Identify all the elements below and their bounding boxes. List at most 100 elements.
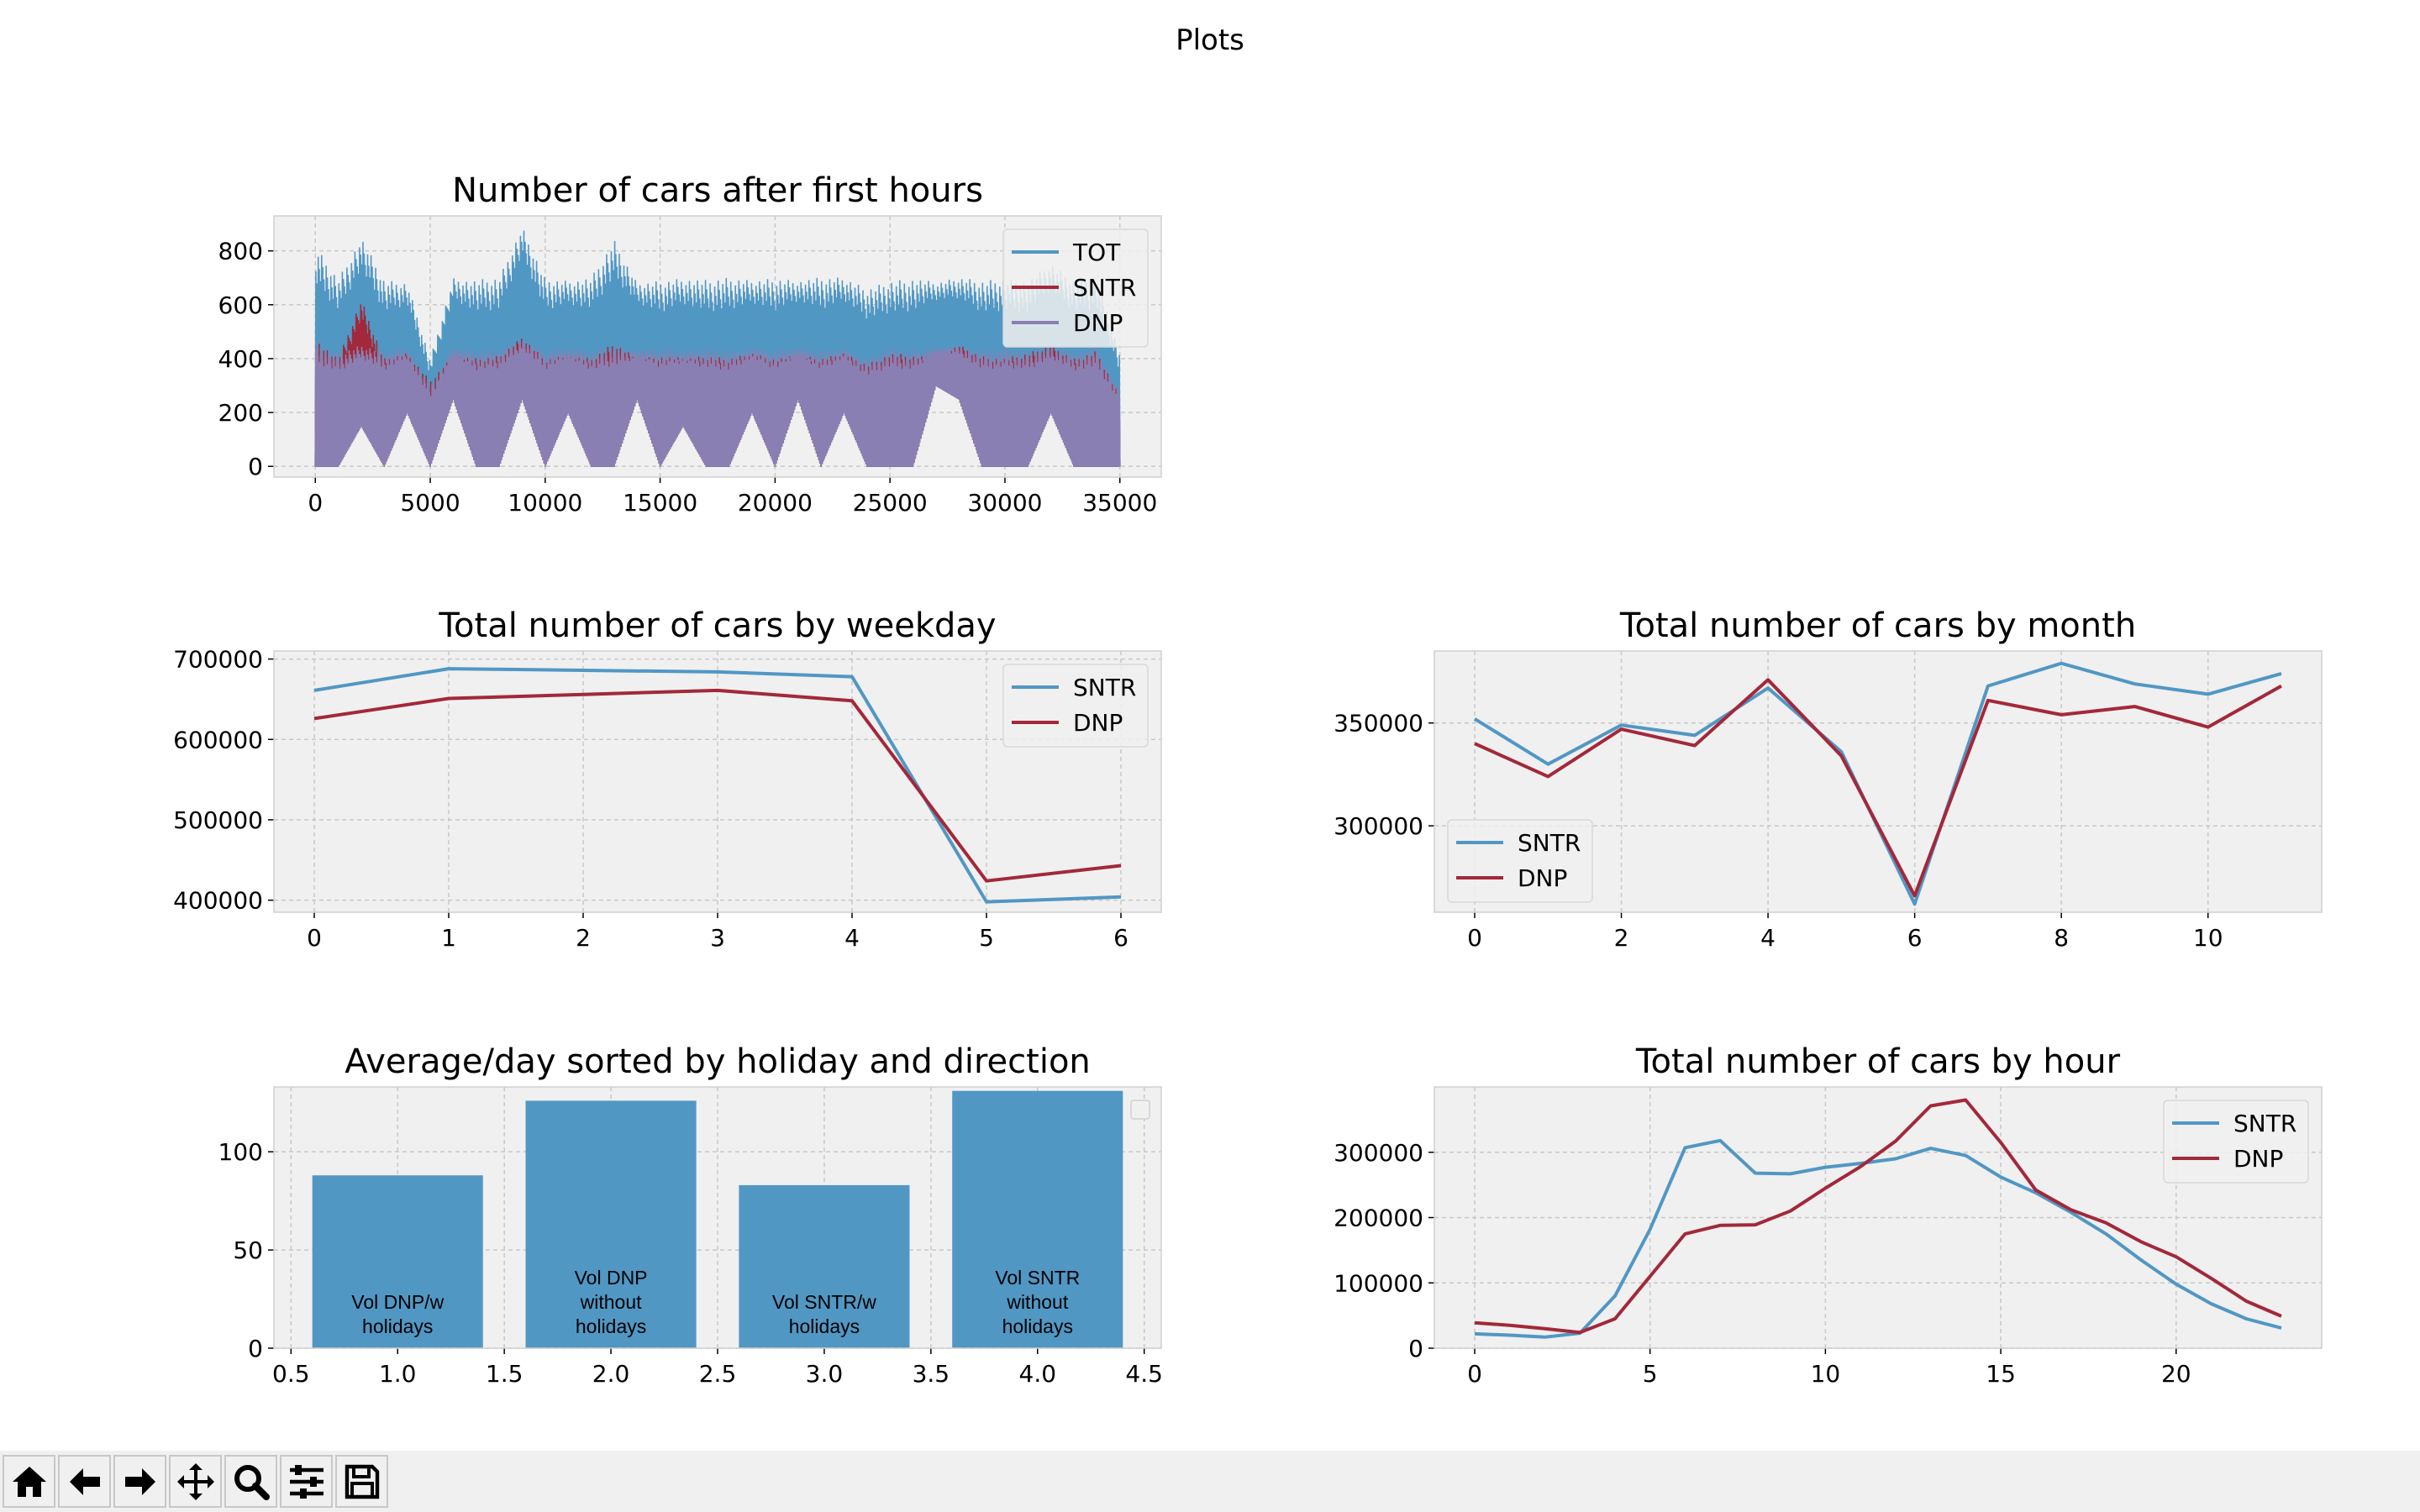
subplot-after_first_hours: 0 5000 10000 15000 20000 25000 30000 35000 0 200 4…	[218, 171, 1162, 517]
legend-label-sntr: SNTR	[1073, 674, 1136, 701]
x-tick-label: 10	[1811, 1360, 1841, 1388]
x-tick-label: 2.5	[699, 1360, 737, 1388]
y-tick-label: 50	[233, 1236, 263, 1264]
y-tick-label: 0	[248, 453, 263, 480]
x-tick-label: 2	[576, 924, 591, 952]
zoom-magnifier-icon	[234, 1464, 270, 1500]
y-tick-label: 100000	[1334, 1269, 1423, 1297]
figure-canvas: Plots 0 5000 10000 15000 20000 25000 30000 3500…	[173, 24, 2323, 1388]
bar-label: holidays	[1002, 1315, 1073, 1337]
pan-move-icon	[176, 1462, 214, 1500]
subplot-by_hour: 0 5 10 15 20 0 100000 200000 300000 Total number …	[1334, 1042, 2323, 1388]
x-tick-label: 15000	[623, 489, 697, 517]
y-tick-label: 700000	[173, 646, 263, 674]
x-tick-label: 4	[844, 924, 860, 952]
subplot-title: Total number of cars by month	[1619, 606, 2136, 645]
legend-label-sntr: SNTR	[1073, 274, 1136, 302]
x-tick-label: 0	[1467, 924, 1482, 952]
bar-label: holidays	[576, 1315, 646, 1337]
x-tick-label: 35000	[1082, 489, 1157, 517]
save-floppy-icon	[345, 1464, 379, 1499]
bar-label: without	[1006, 1291, 1068, 1313]
bar-label: holidays	[362, 1315, 433, 1337]
y-tick-label: 300000	[1334, 1139, 1423, 1167]
x-tick-label: 10000	[508, 489, 582, 517]
legend-box	[1130, 1100, 1150, 1120]
legend-label-sntr: SNTR	[2233, 1110, 2296, 1137]
legend-label-dnp: DNP	[1073, 709, 1123, 737]
configure-subplots-button[interactable]	[280, 1455, 333, 1508]
y-tick-label: 300000	[1334, 812, 1423, 840]
x-tick-label: 4.0	[1019, 1360, 1057, 1388]
x-tick-label: 5000	[400, 489, 460, 517]
y-tick-label: 200000	[1334, 1205, 1423, 1232]
x-tick-label: 0	[307, 924, 322, 952]
x-tick-label: 3	[710, 924, 725, 952]
x-tick-label: 6	[1907, 924, 1923, 952]
bar-label: Vol SNTR/w	[772, 1291, 876, 1313]
home-icon	[12, 1466, 46, 1497]
x-tick-label: 0.5	[272, 1360, 310, 1388]
y-tick-label: 200	[218, 399, 263, 427]
y-tick-label: 100	[218, 1138, 263, 1166]
x-tick-label: 1.0	[379, 1360, 417, 1388]
figure-suptitle: Plots	[1176, 24, 1244, 57]
back-button[interactable]	[58, 1455, 111, 1508]
subplot-avg_per_day: 0.5 1.0 1.5 2.0 2.5 3.0 3.5 4.0 4.5 0 50 100 Vol DNP…	[218, 1042, 1163, 1388]
save-button[interactable]	[335, 1455, 388, 1508]
navigation-toolbar	[0, 1451, 2420, 1512]
x-tick-label: 4.5	[1125, 1360, 1163, 1388]
subplot-title: Total number of cars by weekday	[438, 606, 996, 645]
x-tick-label: 20000	[738, 489, 813, 517]
y-tick-label: 400000	[173, 887, 263, 915]
x-tick-label: 8	[2054, 924, 2069, 952]
legend-label-tot: TOT	[1072, 239, 1121, 266]
x-tick-label: 10	[2193, 924, 2223, 952]
x-tick-label: 4	[1760, 924, 1776, 952]
y-tick-label: 0	[248, 1335, 263, 1362]
y-tick-label: 350000	[1334, 710, 1423, 738]
x-tick-label: 0	[1467, 1360, 1482, 1388]
x-tick-label: 1.5	[486, 1360, 523, 1388]
y-tick-label: 500000	[173, 806, 263, 834]
subplot-title: Average/day sorted by holiday and direct…	[345, 1042, 1091, 1081]
x-tick-label: 30000	[967, 489, 1042, 517]
y-tick-label: 600	[218, 291, 263, 319]
x-tick-label: 2.0	[592, 1360, 630, 1388]
x-tick-label: 6	[1113, 924, 1128, 952]
subplot-title: Total number of cars by hour	[1635, 1042, 2121, 1081]
x-tick-label: 15	[1986, 1360, 2016, 1388]
x-tick-label: 5	[1643, 1360, 1658, 1388]
subplot-title: Number of cars after first hours	[452, 171, 983, 210]
bar-label: Vol DNP/w	[351, 1291, 444, 1313]
x-tick-label: 25000	[853, 489, 928, 517]
y-tick-label: 800	[218, 238, 263, 265]
x-tick-label: 3.0	[806, 1360, 844, 1388]
subplot-by_weekday: 0 1 2 3 4 5 6 400000 500000 600000 700000 Total num…	[173, 606, 1162, 952]
bar-label: Vol DNP	[575, 1267, 648, 1289]
zoom-button[interactable]	[224, 1455, 277, 1508]
pan-button[interactable]	[169, 1455, 222, 1508]
y-tick-label: 400	[218, 345, 263, 373]
x-tick-label: 2	[1614, 924, 1629, 952]
legend-label-dnp: DNP	[1073, 309, 1123, 337]
legend-label-sntr: SNTR	[1518, 829, 1581, 857]
legend-label-dnp: DNP	[2233, 1145, 2283, 1173]
back-arrow-icon	[69, 1467, 100, 1495]
legend-label-dnp: DNP	[1518, 864, 1567, 892]
bar-label: Vol SNTR	[995, 1267, 1080, 1289]
x-tick-label: 0	[308, 489, 323, 517]
configure-subplots-icon	[289, 1464, 324, 1499]
x-tick-label: 5	[979, 924, 994, 952]
x-tick-label: 3.5	[913, 1360, 950, 1388]
x-tick-label: 1	[441, 924, 456, 952]
bar-label: without	[580, 1291, 642, 1313]
subplot-by_month: 0 2 4 6 8 10 300000 350000 Total number of cars …	[1334, 606, 2323, 952]
bar-label: holidays	[789, 1315, 860, 1337]
forward-button[interactable]	[113, 1455, 166, 1508]
forward-arrow-icon	[124, 1467, 155, 1495]
y-tick-label: 0	[1408, 1335, 1423, 1362]
x-tick-label: 20	[2161, 1360, 2191, 1388]
home-button[interactable]	[3, 1455, 55, 1508]
y-tick-label: 600000	[173, 726, 263, 753]
